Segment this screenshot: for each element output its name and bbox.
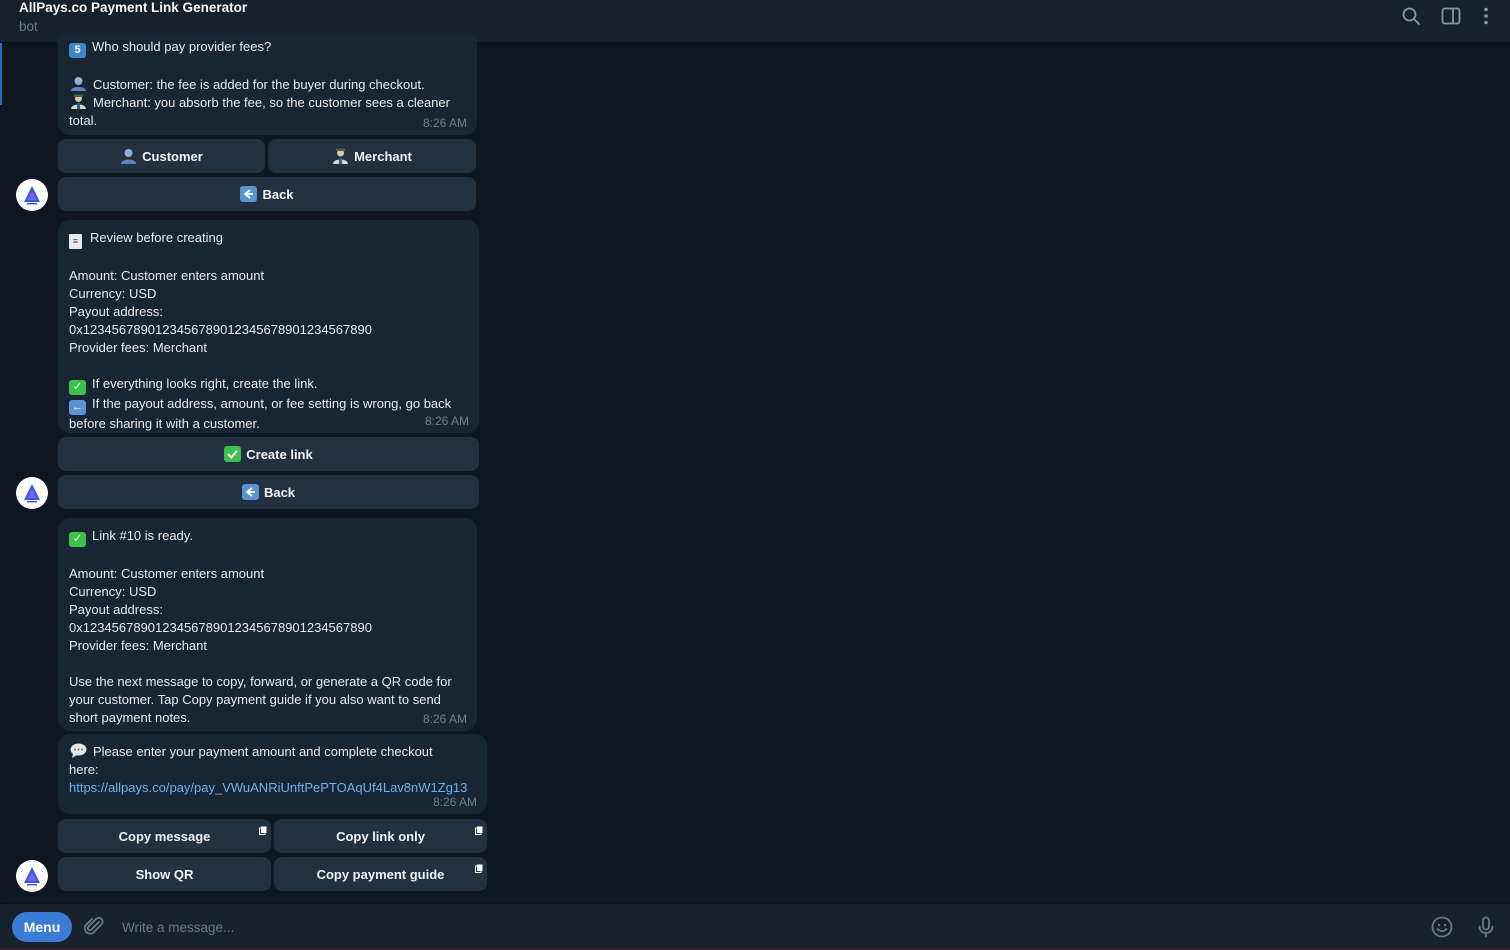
search-icon[interactable] [1400, 5, 1422, 27]
button-label: Create link [246, 446, 313, 462]
message-line: Please enter your payment amount and com… [69, 743, 476, 761]
customer-person-icon [120, 148, 137, 164]
message-fees-question: 5 Who should pay provider fees? Customer:… [58, 36, 477, 135]
back-button[interactable]: Back [58, 475, 479, 509]
message-text: here: [69, 762, 99, 777]
message-payment-link: Please enter your payment amount and com… [58, 734, 487, 814]
message-text: your customer. Tap Copy payment guide if… [69, 692, 441, 707]
message-review: ≡ Review before creating Amount: Customer… [58, 220, 479, 433]
receipt-icon: ≡ [69, 234, 82, 249]
customer-person-icon [69, 76, 87, 91]
message-input[interactable] [110, 913, 1400, 941]
copy-icon [475, 861, 483, 873]
button-label: Customer [142, 148, 203, 164]
sidebar-toggle-icon[interactable] [1440, 5, 1462, 27]
more-vertical-icon[interactable] [1475, 5, 1497, 27]
copy-message-button[interactable]: Copy message [58, 819, 271, 853]
message-text: Please enter your payment amount and com… [93, 744, 433, 759]
message-text: If everything looks right, create the li… [92, 376, 318, 391]
bot-avatar[interactable] [16, 179, 48, 211]
merchant-button[interactable]: Merchant [268, 139, 476, 173]
check-mark-icon: ✓ [69, 380, 86, 395]
message-time: 8:26 AM [422, 712, 467, 726]
button-label: Back [262, 186, 294, 202]
message-text: Use the next message to copy, forward, o… [69, 674, 452, 689]
panel-divider [2, 43, 3, 903]
message-time: 8:26 AM [424, 414, 469, 428]
bot-avatar[interactable] [16, 860, 48, 892]
message-text: Provider fees: Merchant [69, 340, 208, 355]
message-text: If the payout address, amount, or fee se… [92, 396, 452, 411]
payment-link[interactable]: https://allpays.co/pay/pay_VWuANRiUnftPe… [69, 780, 467, 795]
message-line: ✓ Link #10 is ready. [69, 527, 466, 547]
message-line: Merchant: you absorb the fee, so the cus… [69, 94, 466, 112]
create-link-button[interactable]: Create link [58, 437, 479, 471]
message-text: Currency: USD [69, 286, 157, 301]
message-text: Amount: Customer enters amount [69, 566, 265, 581]
message-line: 5 Who should pay provider fees? [69, 38, 466, 58]
paperclip-icon[interactable] [82, 915, 106, 939]
bot-menu-button[interactable]: Menu [12, 912, 72, 942]
message-text: Payout address: [69, 602, 163, 617]
copy-icon [259, 823, 267, 835]
message-text: Link #10 is ready. [92, 528, 193, 543]
message-text: Who should pay provider fees? [92, 39, 272, 54]
chat-subtitle: bot [19, 19, 38, 34]
button-label: Copy payment guide [316, 866, 445, 882]
message-line: ✓ If everything looks right, create the l… [69, 375, 468, 395]
copy-payment-guide-button[interactable]: Copy payment guide [274, 857, 487, 891]
button-label: Back [263, 484, 296, 500]
message-text: short payment notes. [69, 710, 191, 725]
customer-button[interactable]: Customer [58, 139, 265, 173]
bot-avatar[interactable] [16, 477, 48, 509]
copy-icon [475, 823, 483, 835]
button-label: Merchant [354, 148, 412, 164]
merchant-person-icon [332, 148, 349, 164]
message-text: total. [69, 113, 98, 128]
button-label: Show QR [135, 866, 194, 882]
back-arrow-icon [240, 186, 258, 202]
microphone-icon[interactable] [1474, 915, 1498, 939]
check-mark-icon: ✓ [69, 532, 86, 547]
button-label: Copy link only [336, 828, 425, 844]
back-arrow-icon [241, 484, 259, 500]
message-line: Customer: the fee is added for the buyer… [69, 76, 466, 94]
telegram-chat-window: AllPays.co Payment Link Generator bot 5W… [0, 0, 1510, 950]
message-time: 8:26 AM [422, 116, 467, 130]
back-button[interactable]: Back [58, 177, 476, 211]
message-text: before sharing it with a customer. [69, 416, 260, 431]
message-text: Customer: the fee is added for the buyer… [93, 77, 425, 92]
payout-address: 0x12345678901234567890123456789012345678… [69, 322, 372, 337]
message-text: Amount: Customer enters amount [69, 268, 265, 283]
message-text: Payout address: [69, 304, 163, 319]
button-label: Copy message [118, 828, 211, 844]
merchant-person-icon [69, 94, 87, 109]
copy-link-only-button[interactable]: Copy link only [274, 819, 487, 853]
message-line: ≡ Review before creating [69, 229, 468, 249]
keycap-5-icon: 5 [69, 43, 86, 58]
message-link-ready: ✓ Link #10 is ready. Amount: Customer ent… [58, 518, 477, 731]
message-text: Review before creating [90, 230, 223, 245]
message-text: Provider fees: Merchant [69, 638, 208, 653]
chat-title[interactable]: AllPays.co Payment Link Generator [19, 0, 247, 15]
back-arrow-icon: ← [69, 400, 86, 415]
message-text: Currency: USD [69, 584, 157, 599]
speech-bubble-icon [69, 743, 87, 758]
emoji-icon[interactable] [1430, 915, 1454, 939]
message-text: Merchant: you absorb the fee, so the cus… [93, 95, 450, 110]
check-mark-icon [224, 446, 242, 462]
message-line: ← If the payout address, amount, or fee s… [69, 395, 468, 415]
message-line: https://allpays.co/pay/pay_VWuANRiUnftPe… [69, 779, 476, 797]
payout-address: 0x12345678901234567890123456789012345678… [69, 620, 372, 635]
message-composer: Menu [0, 903, 1510, 948]
show-qr-button[interactable]: Show QR [58, 857, 271, 891]
message-time: 8:26 AM [432, 795, 477, 809]
